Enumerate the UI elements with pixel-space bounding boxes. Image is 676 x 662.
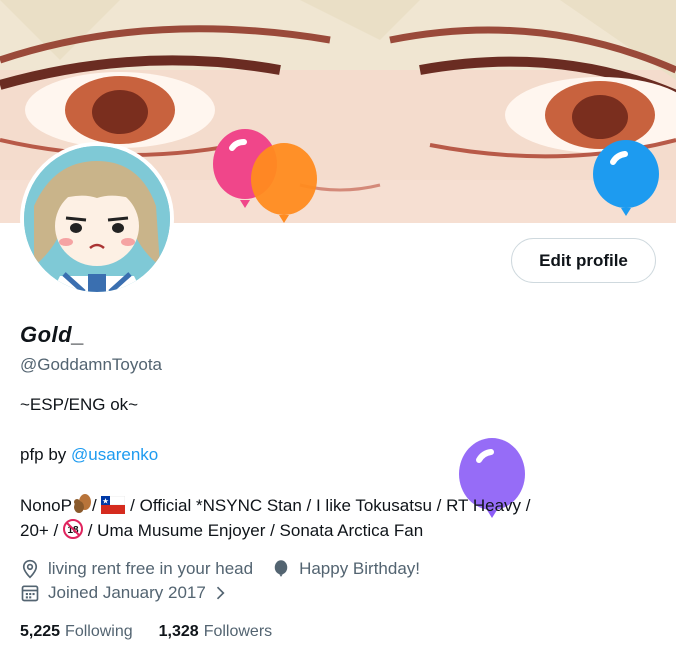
- profile-meta-row-1: living rent free in your head Happy Birt…: [20, 559, 420, 579]
- follow-stats: 5,225 Following 1,328 Followers: [20, 623, 298, 641]
- no-under-18-icon: 18: [63, 519, 84, 539]
- bio-pfp-credit: pfp by @usarenko: [20, 445, 158, 465]
- user-handle: @GoddamnToyota: [20, 355, 163, 374]
- pfp-credit-text: pfp by: [20, 445, 72, 464]
- followers-label: Followers: [203, 623, 273, 640]
- profile-avatar[interactable]: [20, 142, 174, 296]
- blue-balloon-icon: [593, 140, 659, 216]
- chevron-right-icon[interactable]: [210, 583, 230, 603]
- bio-line-3-c: / Official *NSYNC Stan / I like Tokusats…: [125, 496, 531, 515]
- bio-line-4: 20+ / 18 / Uma Musume Enjoyer / Sonata A…: [20, 519, 423, 541]
- display-name: Gold_: [20, 322, 85, 347]
- profile-meta-row-2: Joined January 2017: [20, 583, 230, 603]
- mention-link[interactable]: @usarenko: [71, 445, 158, 464]
- birthday-text: Happy Birthday!: [299, 559, 421, 578]
- following-label: Following: [65, 623, 133, 640]
- followers-count: 1,328: [158, 623, 199, 640]
- joined-text: Joined January 2017: [48, 583, 206, 602]
- location-pin-icon: [22, 559, 38, 579]
- squirrel-emoji-icon: [73, 494, 91, 513]
- bio-line-4-b: / Uma Musume Enjoyer / Sonata Arctica Fa…: [83, 521, 424, 540]
- chile-flag-icon: [101, 496, 126, 514]
- bio-line-3-b: /: [91, 496, 97, 515]
- bio-line-3-a: NonoP: [20, 496, 72, 515]
- bio-line-3: NonoP / / Official *NSYNC Stan / I like T…: [20, 494, 530, 516]
- bio-line-1: ~ESP/ENG ok~: [20, 395, 139, 414]
- edit-profile-button[interactable]: Edit profile: [511, 238, 656, 283]
- balloon-icon: [274, 560, 288, 577]
- following-count: 5,225: [20, 623, 61, 640]
- orange-balloon-icon: [251, 143, 317, 223]
- location-text: living rent free in your head: [48, 559, 254, 578]
- followers-link[interactable]: 1,328 Followers: [159, 623, 273, 641]
- bio-line-4-a: 20+ /: [20, 521, 64, 540]
- following-link[interactable]: 5,225 Following: [20, 623, 133, 641]
- calendar-icon: [21, 585, 39, 602]
